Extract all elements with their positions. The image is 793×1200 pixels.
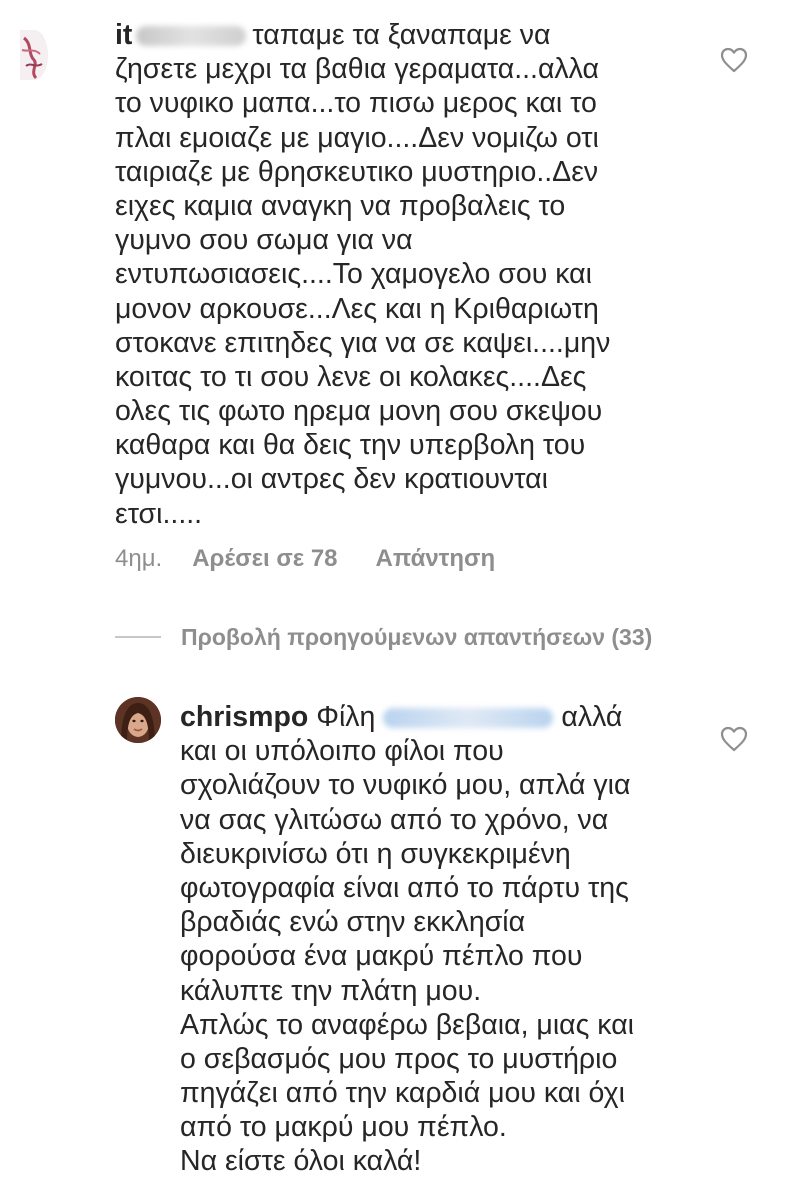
comment-2-line-6: βραδιάς ενώ στην εκκλησία (180, 906, 526, 939)
comment-2-line-7: φορούσα ένα μακρύ πέπλο που (180, 940, 583, 973)
comment-1-line-6: γυμνο σου σωμα για να (115, 224, 413, 257)
comment-1-meta: 4ημ. Αρέσει σε 78 Απάντηση (115, 542, 495, 576)
divider-line (115, 636, 161, 638)
likes-count-button[interactable]: Αρέσει σε 78 (192, 545, 337, 573)
blurred-mention (383, 708, 554, 729)
view-previous-replies-label: Προβολή προηγούμενων απαντήσεων (33) (181, 623, 653, 650)
comment-1-line-8: μονον αρκουσε...Λες και η Κριθαριωτη (115, 292, 599, 325)
comment-1-line-10: κοιτας το τι σου λενε οι κολακες....Δες (115, 360, 587, 393)
comment-age: 4ημ. (115, 545, 163, 572)
comment-1-line-14: ετσι..... (115, 497, 203, 530)
comment-1-line-1: ζησετε μεχρι τα βαθια γεραματα...αλλα (115, 53, 599, 86)
comment-1-line-0: it ταπαμε τα ξαναπαμε να (115, 19, 551, 51)
comment-2-line-9: Απλώς το αναφέρω βεβαια, μιας και (180, 1008, 634, 1041)
comment-1-line-4: ταιριαζε με θρησκευτικο μυστηριο..Δεν (115, 155, 599, 188)
comment-2-line-13: Να είστε όλοι καλά! (180, 1145, 422, 1178)
comment-2-text: chrismpo Φίλη αλλά και οι υπόλοιπο φίλοι … (180, 700, 634, 1179)
commenter-avatar[interactable] (20, 30, 48, 80)
comment-1-line-3: πλαι εμοιαζε με μαγιο....Δεν νομιζω οτι (115, 121, 599, 154)
comment-1-line-5: ειχες καμια αναγκη να προβαλεις το (115, 189, 566, 222)
comment-1-line-7: εντυπωσιασεις....Το χαμογελο σου και (115, 258, 592, 291)
comment-2-line-4: διευκρινίσω ότι η συγκεκριμένη (180, 837, 571, 870)
comment-2-line-8: κάλυπτε την πλάτη μου. (180, 974, 482, 1007)
comment-1-line-9: στοκανε επιτηδες για να σε καψει....μην (115, 326, 611, 359)
comment-1-line-11: ολες τις φωτο ηρεμα μονη σου σκεψου (115, 395, 603, 428)
comment-1-line-13: γυμνου...οι αντρες δεν κρατιουνται (115, 463, 548, 496)
comment-1-line-2: το νυφικο μαπα...το πισω μερος και το (115, 87, 597, 120)
comment-2-line-1: και οι υπόλοιπο φίλοι που (180, 735, 504, 768)
comment-2-line-10: ο σεβασμός μου προς το μυστήριο (180, 1042, 618, 1075)
comment-1-username[interactable]: it (115, 19, 132, 51)
blurred-username (136, 26, 247, 47)
comment-2-line-12: από το μακρύ μου πέπλο. (180, 1111, 507, 1144)
comment-2-line-11: πηγάζει από την καρδιά μου και όχι (180, 1077, 625, 1110)
heart-icon[interactable] (720, 726, 748, 752)
comment-1-text: it ταπαμε τα ξαναπαμε να ζησετε μεχρι τα … (115, 18, 610, 531)
comment-2-line-2: σχολιάζουν το νυφικό μου, απλά για (180, 769, 631, 802)
comment-1-line-12: καθαρα και θα δεις την υπερβολη του (115, 429, 586, 462)
heart-icon[interactable] (720, 47, 748, 73)
reply-button[interactable]: Απάντηση (376, 545, 496, 573)
comment-2-line-0: chrismpo Φίλη αλλά (180, 701, 623, 733)
view-previous-replies-button[interactable]: Προβολή προηγούμενων απαντήσεων (33) (115, 620, 652, 654)
chrismpo-avatar[interactable] (115, 697, 161, 743)
comment-2-line-3: να σας γλιτώσω από το χρόνο, να (180, 803, 609, 836)
chrismpo-username[interactable]: chrismpo (180, 701, 308, 733)
comment-2-line-5: φωτογραφία είναι από το πάρτυ της (180, 871, 629, 904)
